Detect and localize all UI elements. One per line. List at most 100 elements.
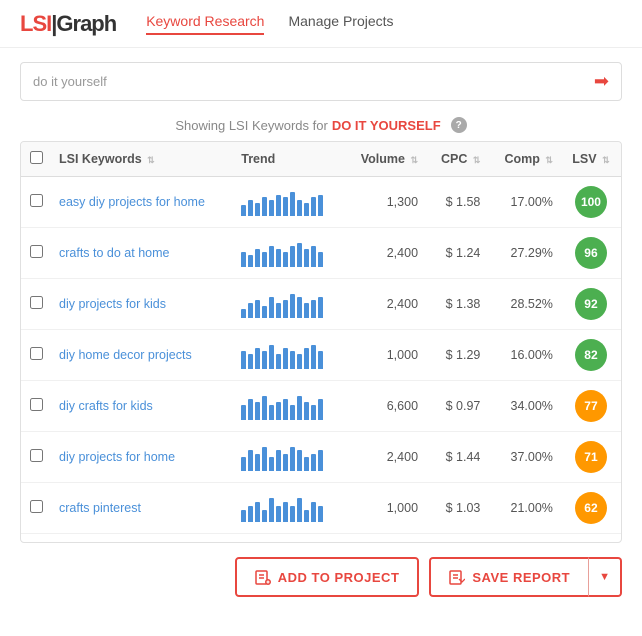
- trend-bar: [318, 297, 323, 318]
- cpc-cell: $ 1.03: [426, 483, 488, 534]
- trend-bar: [318, 351, 323, 369]
- keyword-link[interactable]: crafts to do at home: [59, 246, 169, 260]
- lsv-cell: 82: [561, 330, 621, 381]
- trend-bar: [241, 205, 246, 216]
- lsv-cell: 100: [561, 177, 621, 228]
- lsv-cell: 62: [561, 483, 621, 534]
- table-scroll[interactable]: LSI Keywords ⇅ Trend Volume ⇅ CPC ⇅ Comp…: [21, 142, 621, 542]
- trend-bar: [248, 399, 253, 420]
- header-lsi-keywords[interactable]: LSI Keywords ⇅: [51, 142, 233, 177]
- logo-graph: Graph: [56, 11, 116, 36]
- comp-cell: 37.00%: [488, 432, 561, 483]
- trend-bar: [297, 200, 302, 216]
- trend-bar: [283, 197, 288, 216]
- trend-bar: [290, 405, 295, 420]
- comp-cell: 21.00%: [488, 483, 561, 534]
- header-cpc[interactable]: CPC ⇅: [426, 142, 488, 177]
- keyword-table: LSI Keywords ⇅ Trend Volume ⇅ CPC ⇅ Comp…: [21, 142, 621, 542]
- trend-bar: [311, 197, 316, 216]
- add-project-icon: [255, 569, 271, 585]
- trend-bar: [241, 510, 246, 522]
- trend-bar: [276, 402, 281, 420]
- row-checkbox[interactable]: [30, 500, 43, 513]
- row-checkbox[interactable]: [30, 194, 43, 207]
- trend-bar: [311, 405, 316, 420]
- trend-bar: [248, 450, 253, 471]
- trend-chart: [241, 341, 335, 369]
- footer: ADD TO PROJECT SAVE REPORT ▼: [0, 543, 642, 611]
- save-report-button[interactable]: SAVE REPORT: [429, 557, 588, 597]
- search-submit-button[interactable]: ➡: [594, 71, 609, 92]
- keyword-link[interactable]: crafts pinterest: [59, 501, 141, 515]
- volume-cell: 6,600: [344, 381, 426, 432]
- save-report-dropdown-button[interactable]: ▼: [588, 557, 622, 597]
- row-checkbox[interactable]: [30, 398, 43, 411]
- lsv-badge: 96: [575, 237, 607, 269]
- trend-bar: [241, 405, 246, 420]
- keyword-link[interactable]: diy crafts for kids: [59, 399, 153, 413]
- trend-bar: [241, 252, 246, 267]
- add-to-project-button[interactable]: ADD TO PROJECT: [235, 557, 420, 597]
- trend-bar: [290, 192, 295, 216]
- trend-bar: [276, 450, 281, 471]
- cpc-cell: $ 1.38: [426, 279, 488, 330]
- cpc-cell: $ 1.58: [426, 177, 488, 228]
- comp-cell: 27.29%: [488, 228, 561, 279]
- trend-bar: [262, 306, 267, 318]
- status-keyword: DO IT YOURSELF: [332, 118, 441, 133]
- trend-bar: [262, 510, 267, 522]
- trend-bar: [241, 309, 246, 318]
- volume-cell: 1,300: [344, 177, 426, 228]
- add-to-project-label: ADD TO PROJECT: [278, 570, 400, 585]
- nav-keyword-research[interactable]: Keyword Research: [146, 13, 264, 35]
- row-checkbox[interactable]: [30, 245, 43, 258]
- table-row: diy craft projects1,900$ 0.9243.71%57: [21, 534, 621, 543]
- save-report-label: SAVE REPORT: [472, 570, 570, 585]
- trend-bar: [276, 354, 281, 369]
- keyword-link[interactable]: diy home decor projects: [59, 348, 192, 362]
- nav-manage-projects[interactable]: Manage Projects: [288, 13, 393, 35]
- row-checkbox[interactable]: [30, 449, 43, 462]
- logo: LSI|Graph: [20, 11, 116, 37]
- trend-bar: [283, 454, 288, 471]
- trend-bar: [318, 399, 323, 420]
- header-volume[interactable]: Volume ⇅: [344, 142, 426, 177]
- trend-chart: [241, 443, 335, 471]
- trend-bar: [297, 498, 302, 522]
- keyword-link[interactable]: diy projects for home: [59, 450, 175, 464]
- table-row: crafts pinterest1,000$ 1.0321.00%62: [21, 483, 621, 534]
- lsv-badge: 62: [575, 492, 607, 524]
- help-icon[interactable]: ?: [451, 117, 467, 133]
- header-comp[interactable]: Comp ⇅: [488, 142, 561, 177]
- lsv-cell: 96: [561, 228, 621, 279]
- trend-bar: [304, 249, 309, 267]
- keyword-table-wrapper: LSI Keywords ⇅ Trend Volume ⇅ CPC ⇅ Comp…: [20, 141, 622, 543]
- search-input[interactable]: [33, 74, 594, 89]
- table-header-row: LSI Keywords ⇅ Trend Volume ⇅ CPC ⇅ Comp…: [21, 142, 621, 177]
- volume-cell: 2,400: [344, 432, 426, 483]
- trend-bar: [283, 399, 288, 420]
- trend-bar: [241, 457, 246, 471]
- keyword-link[interactable]: diy projects for kids: [59, 297, 166, 311]
- trend-bar: [297, 297, 302, 318]
- cpc-cell: $ 1.29: [426, 330, 488, 381]
- save-report-icon: [449, 569, 465, 585]
- row-checkbox[interactable]: [30, 347, 43, 360]
- header-checkbox-col: [21, 142, 51, 177]
- lsv-cell: 77: [561, 381, 621, 432]
- trend-bar: [304, 203, 309, 216]
- lsv-badge: 100: [575, 186, 607, 218]
- trend-bar: [283, 252, 288, 267]
- trend-bar: [255, 454, 260, 471]
- trend-bar: [269, 246, 274, 267]
- keyword-link[interactable]: easy diy projects for home: [59, 195, 205, 209]
- row-checkbox[interactable]: [30, 296, 43, 309]
- cpc-cell: $ 0.97: [426, 381, 488, 432]
- header-lsv[interactable]: LSV ⇅: [561, 142, 621, 177]
- lsv-badge: 92: [575, 288, 607, 320]
- comp-cell: 17.00%: [488, 177, 561, 228]
- trend-bar: [297, 450, 302, 471]
- select-all-checkbox[interactable]: [30, 151, 43, 164]
- trend-chart: [241, 188, 335, 216]
- cpc-cell: $ 0.92: [426, 534, 488, 543]
